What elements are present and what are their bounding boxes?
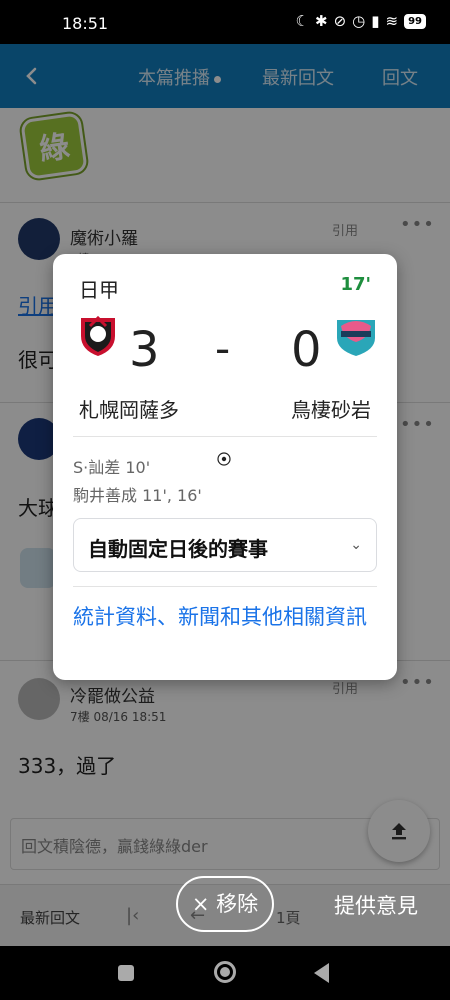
alarm-icon: ◷ bbox=[352, 12, 366, 30]
away-team-name: 鳥棲砂岩 bbox=[291, 398, 371, 422]
away-team-logo-icon bbox=[337, 320, 375, 356]
home-team-logo-icon bbox=[81, 315, 115, 356]
league-name: 日甲 bbox=[79, 278, 119, 302]
scorer-line: S·訕差 10' bbox=[73, 458, 151, 477]
auto-pin-dropdown[interactable]: 自動固定日後的賽事 ⌄ bbox=[73, 518, 377, 572]
related-info-link[interactable]: 統計資料、新聞和其他相關資訊 bbox=[73, 600, 377, 634]
feedback-button[interactable]: 提供意見 bbox=[334, 890, 418, 920]
live-score-card: 日甲 17' 3 - 0 札幌岡薩多 鳥棲砂岩 S·訕差 10' 駒井善成 11… bbox=[53, 254, 397, 680]
home-team-name: 札幌岡薩多 bbox=[79, 398, 179, 422]
back-icon[interactable] bbox=[314, 963, 329, 983]
battery-icon: 99 bbox=[404, 13, 426, 29]
home-score: 3 bbox=[129, 322, 160, 378]
soccer-ball-icon bbox=[217, 452, 231, 466]
status-time: 18:51 bbox=[62, 14, 109, 33]
away-score: 0 bbox=[291, 322, 322, 378]
wifi-icon: ≋ bbox=[385, 12, 399, 30]
system-nav-bar bbox=[0, 946, 450, 1000]
status-bar: 18:51 ☾ ✱ ⊘ ◷ ▮ ≋ 99 bbox=[0, 0, 450, 44]
scorer-line: 駒井善成 11', 16' bbox=[73, 486, 202, 505]
status-icons: ☾ ✱ ⊘ ◷ ▮ ≋ 99 bbox=[296, 12, 426, 30]
divider bbox=[73, 436, 377, 437]
bluetooth-icon: ✱ bbox=[314, 12, 328, 30]
mute-icon: ⊘ bbox=[333, 12, 347, 30]
recents-icon[interactable] bbox=[118, 965, 134, 981]
match-minute: 17' bbox=[340, 274, 371, 295]
moon-icon: ☾ bbox=[295, 12, 309, 30]
divider bbox=[73, 586, 377, 587]
signal-icon: ▮ bbox=[371, 12, 380, 30]
chevron-down-icon: ⌄ bbox=[350, 537, 362, 553]
home-icon[interactable] bbox=[214, 961, 236, 983]
auto-pin-label: 自動固定日後的賽事 bbox=[88, 537, 268, 561]
score-separator: - bbox=[215, 324, 231, 373]
remove-button[interactable]: × 移除 bbox=[176, 876, 274, 932]
